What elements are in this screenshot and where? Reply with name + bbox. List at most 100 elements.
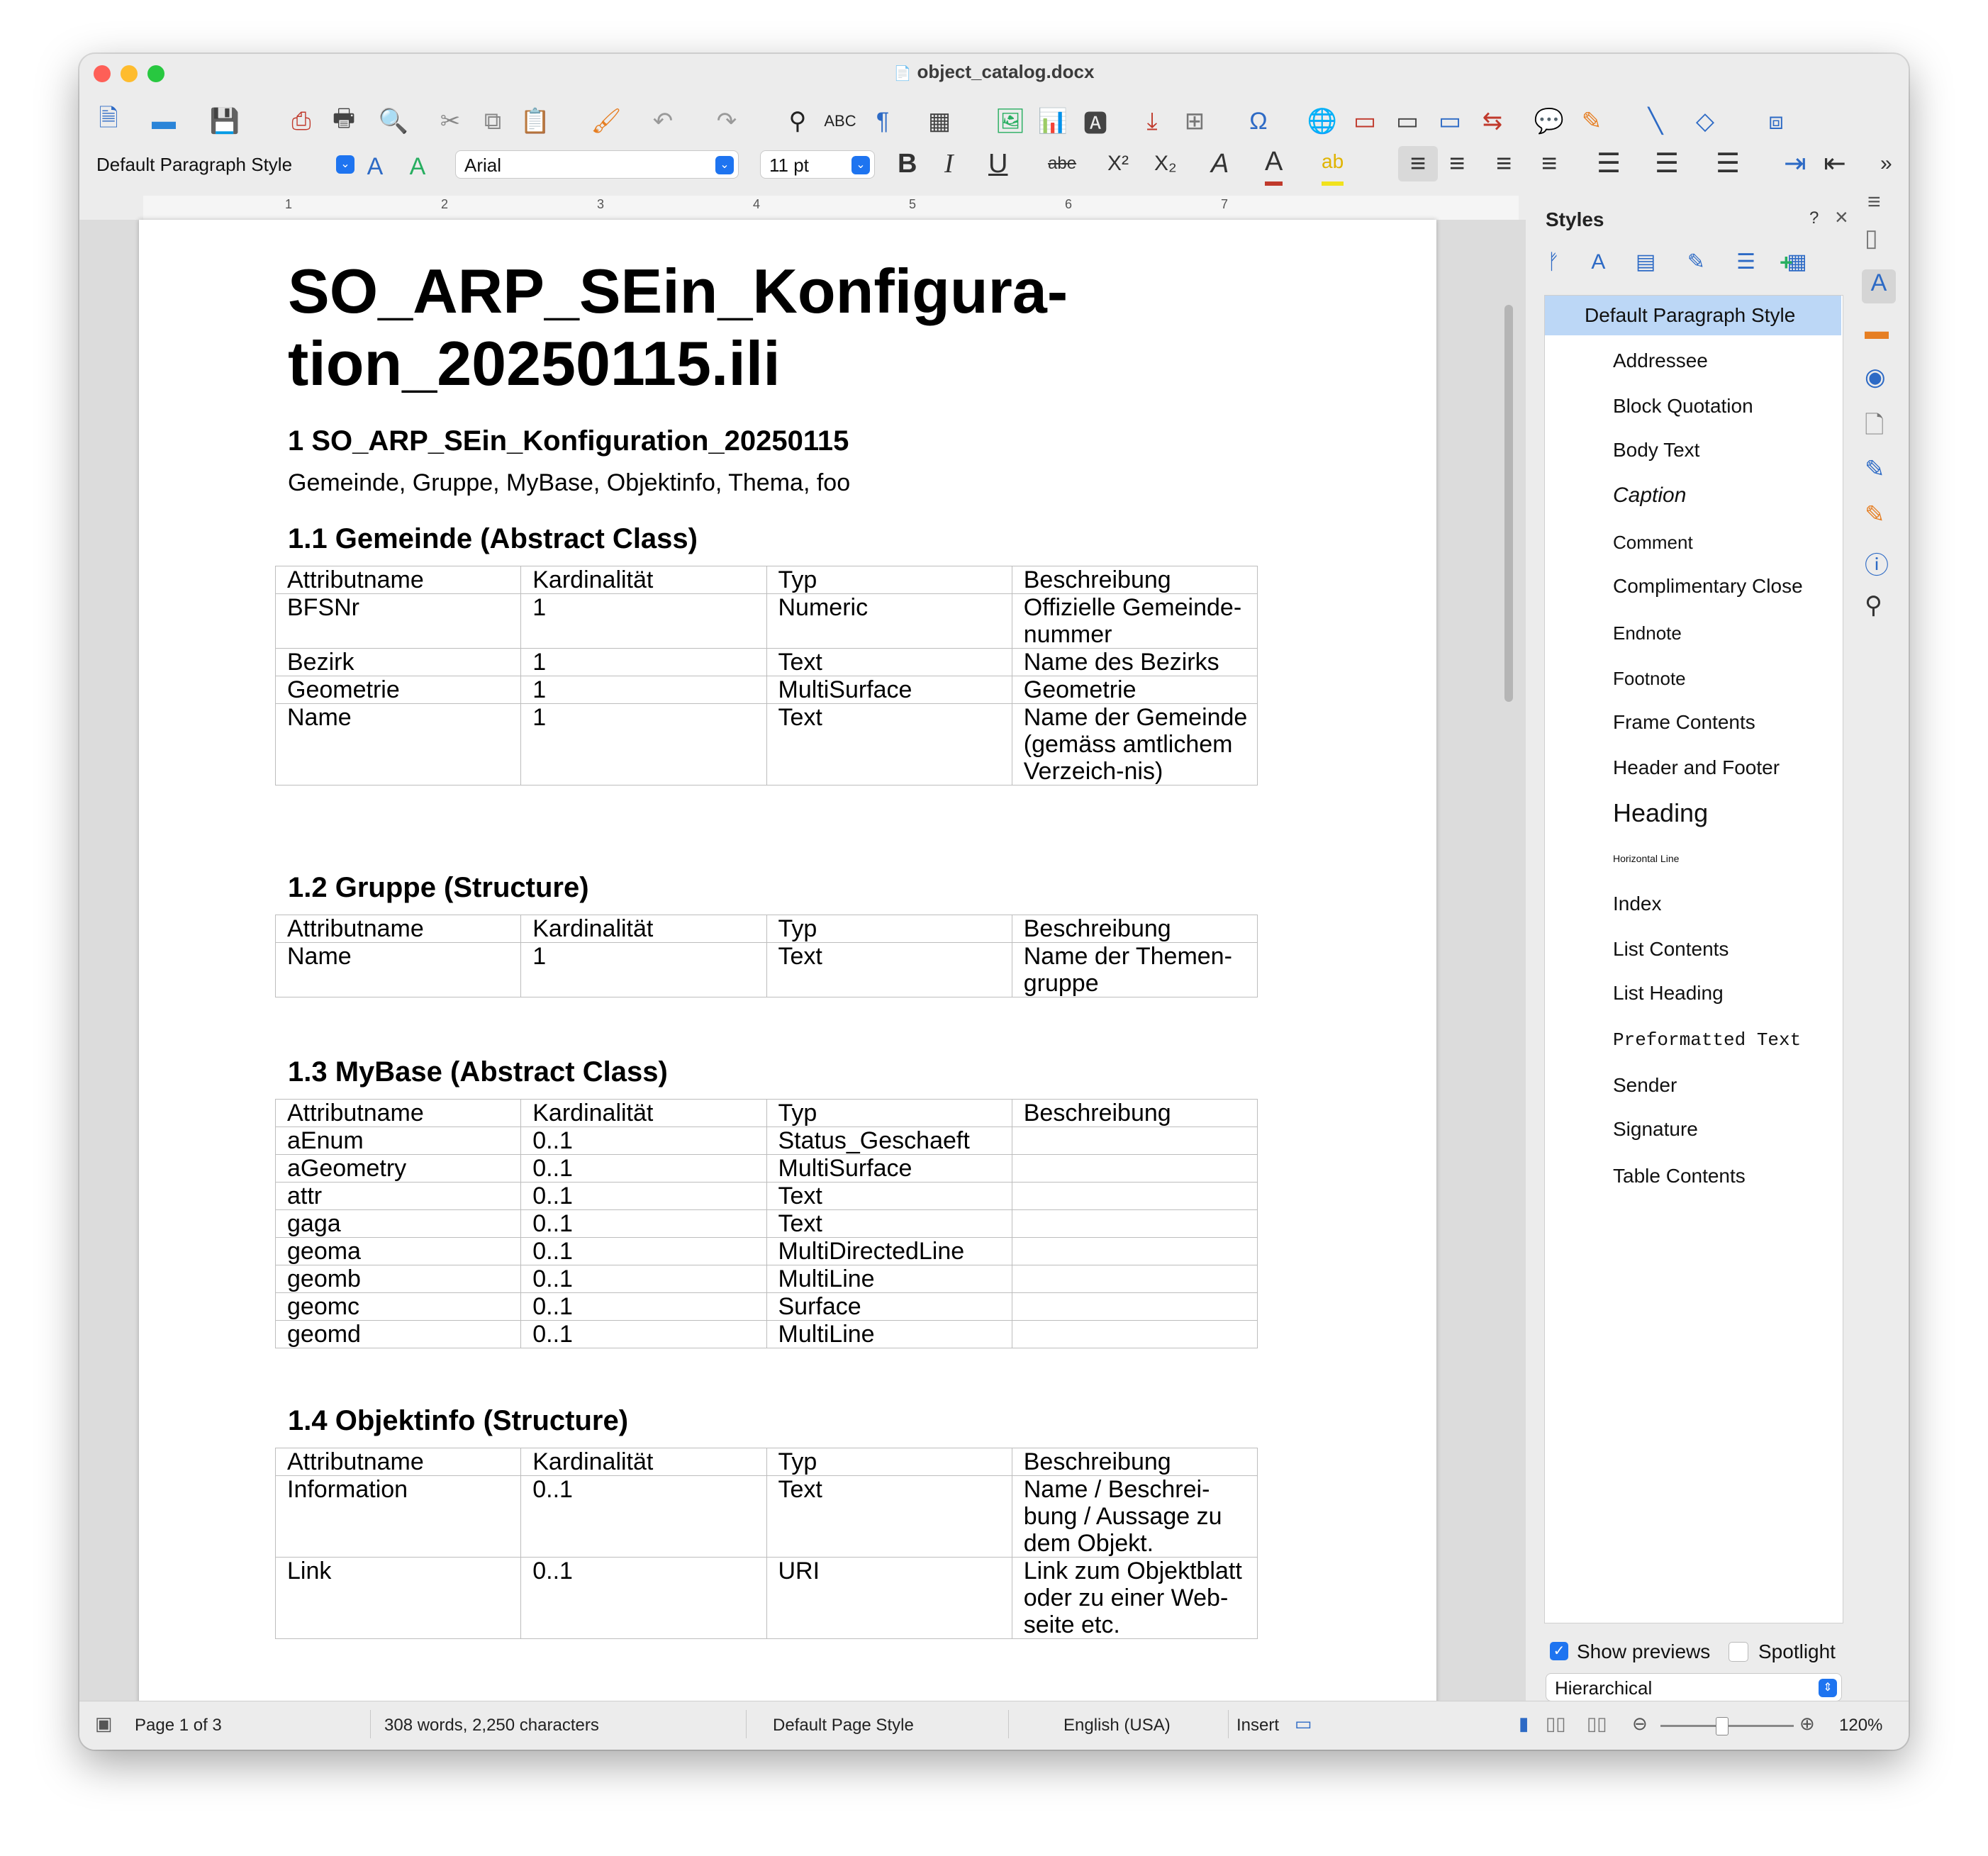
table-cell[interactable]: Link (274, 1557, 522, 1639)
save-status-icon[interactable]: ▣ (95, 1713, 113, 1735)
table-cell[interactable]: Beschreibung (1011, 1448, 1258, 1476)
horizontal-ruler[interactable]: 1 2 3 4 5 6 7 (143, 196, 1519, 220)
find-icon[interactable]: ⚲ (1865, 591, 1882, 620)
properties-icon[interactable]: ▯ (1865, 224, 1878, 252)
table-cell[interactable]: MultiSurface (766, 1154, 1012, 1183)
track-changes-icon[interactable]: ✎ (1575, 105, 1608, 138)
table-cell[interactable]: Text (766, 942, 1012, 997)
spotlight-checkbox[interactable] (1729, 1642, 1748, 1662)
style-item-complimentary-close[interactable]: Complimentary Close (1545, 566, 1841, 606)
font-name-combo[interactable]: Arial ⌄ (455, 150, 739, 179)
decrease-indent-icon[interactable]: ⇤ (1824, 146, 1846, 181)
table-cell[interactable]: Name der Gemeinde (gemäss amtlichem Verz… (1011, 703, 1258, 786)
table-cell[interactable] (1011, 1292, 1258, 1321)
table-cell[interactable] (1011, 1182, 1258, 1210)
table-cell[interactable]: Status_Geschaeft (766, 1127, 1012, 1155)
increase-indent-icon[interactable]: ⇥ (1784, 146, 1806, 181)
align-left-icon[interactable]: ≡ (1398, 146, 1438, 181)
chevron-down-icon[interactable]: ⌄ (851, 156, 870, 174)
table-cell[interactable]: Bezirk (274, 648, 522, 676)
undo-icon[interactable]: ↶ (647, 105, 679, 138)
style-item-addressee[interactable]: Addressee (1545, 341, 1841, 381)
insert-table-icon[interactable]: ▦ (923, 105, 956, 138)
draw-functions-icon[interactable]: ⧈ (1760, 105, 1792, 138)
table-cell[interactable]: Name der Themen-gruppe (1011, 942, 1258, 997)
endnote-icon[interactable]: ▭ (1391, 105, 1424, 138)
hyperlink-icon[interactable]: 🌐 (1306, 105, 1339, 138)
basic-shapes-icon[interactable]: ◇ (1689, 105, 1721, 138)
style-item-comment[interactable]: Comment (1545, 522, 1841, 562)
accessibility-check-icon[interactable]: ⓘ (1865, 546, 1889, 581)
zoom-slider-thumb[interactable] (1716, 1717, 1729, 1735)
bold-icon[interactable]: B (898, 146, 917, 181)
table-cell[interactable]: MultiLine (766, 1320, 1012, 1348)
save-icon[interactable]: 💾 (208, 105, 241, 138)
table-cell[interactable]: aGeometry (274, 1154, 522, 1183)
table-cell[interactable]: Surface (766, 1292, 1012, 1321)
table-cell[interactable]: geomb (274, 1265, 522, 1293)
style-item-block-quotation[interactable]: Block Quotation (1545, 386, 1841, 426)
sidebar-menu-icon[interactable]: ≡ (1867, 189, 1881, 215)
style-item-heading[interactable]: Heading (1545, 793, 1841, 833)
style-item-frame-contents[interactable]: Frame Contents (1545, 703, 1841, 742)
table-cell[interactable]: Geometrie (1011, 676, 1258, 704)
navigator-icon[interactable]: ◉ (1865, 363, 1886, 391)
table-cell[interactable]: Name des Bezirks (1011, 648, 1258, 676)
numbered-list-icon[interactable]: ☰ (1655, 146, 1679, 181)
table-cell[interactable]: Kardinalität (520, 1099, 767, 1127)
formatting-marks-icon[interactable]: ¶ (866, 105, 899, 138)
table-cell[interactable]: Offizielle Gemeinde-nummer (1011, 593, 1258, 649)
table-cell[interactable]: Typ (766, 566, 1012, 594)
style-item-list-heading[interactable]: List Heading (1545, 973, 1841, 1013)
style-list[interactable]: Default Paragraph Style Addressee Block … (1544, 295, 1843, 1623)
table-cell[interactable]: 0..1 (520, 1237, 767, 1265)
font-color-icon[interactable]: A (1265, 146, 1283, 186)
highlight-icon[interactable]: ab (1322, 146, 1344, 186)
table-cell[interactable]: Attributname (274, 915, 522, 943)
bullet-list-icon[interactable]: ☰ (1597, 146, 1621, 181)
table-cell[interactable]: MultiDirectedLine (766, 1237, 1012, 1265)
find-replace-icon[interactable]: ⚲ (781, 105, 814, 138)
table-cell[interactable]: 0..1 (520, 1475, 767, 1558)
insert-image-icon[interactable]: 🖼 (994, 105, 1027, 138)
insert-chart-icon[interactable]: 📊 (1037, 105, 1069, 138)
superscript-icon[interactable]: X² (1107, 146, 1129, 181)
chevron-down-icon[interactable]: ⌄ (715, 156, 734, 174)
style-inspector-icon[interactable]: ✎ (1865, 455, 1885, 483)
export-pdf-icon[interactable]: ⎙ (285, 105, 318, 138)
table-cell[interactable]: Text (766, 1209, 1012, 1238)
new-style-menu-icon[interactable]: + (1780, 250, 1793, 276)
style-item-index[interactable]: Index (1545, 884, 1841, 924)
table-cell[interactable]: BFSNr (274, 593, 522, 649)
footnote-icon[interactable]: ▭ (1348, 105, 1381, 138)
single-page-view-icon[interactable]: ▮ (1519, 1713, 1529, 1735)
align-center-icon[interactable]: ≡ (1449, 146, 1465, 181)
table-cell[interactable]: 0..1 (520, 1154, 767, 1183)
zoom-level[interactable]: 120% (1839, 1716, 1882, 1735)
table-cell[interactable]: MultiSurface (766, 676, 1012, 704)
comment-icon[interactable]: 💬 (1533, 105, 1565, 138)
style-item-preformatted-text[interactable]: Preformatted Text (1545, 1020, 1841, 1060)
table-cell[interactable]: Typ (766, 1099, 1012, 1127)
table-cell[interactable]: Typ (766, 1448, 1012, 1476)
cross-reference-icon[interactable]: ⇆ (1476, 105, 1509, 138)
table-cell[interactable]: Name (274, 703, 522, 786)
table-cell[interactable]: 0..1 (520, 1209, 767, 1238)
align-right-icon[interactable]: ≡ (1496, 146, 1512, 181)
table-cell[interactable]: Link zum Objektblatt oder zu einer Web-s… (1011, 1557, 1258, 1639)
style-item-footnote[interactable]: Footnote (1545, 659, 1841, 698)
table-cell[interactable] (1011, 1127, 1258, 1155)
table-cell[interactable] (1011, 1209, 1258, 1238)
style-item-list-contents[interactable]: List Contents (1545, 929, 1841, 969)
style-item-default-paragraph-style[interactable]: Default Paragraph Style (1545, 296, 1841, 335)
clear-formatting-icon[interactable]: A (1211, 146, 1229, 181)
paste-icon[interactable]: 📋 (519, 105, 552, 138)
italic-icon[interactable]: I (944, 146, 954, 181)
table-cell[interactable]: aEnum (274, 1127, 522, 1155)
table-cell[interactable]: Beschreibung (1011, 566, 1258, 594)
table-cell[interactable]: gaga (274, 1209, 522, 1238)
redo-icon[interactable]: ↷ (710, 105, 743, 138)
spelling-icon[interactable]: ABC (824, 105, 856, 138)
new-style-icon[interactable]: A (401, 150, 434, 183)
style-item-table-contents[interactable]: Table Contents (1545, 1156, 1841, 1196)
